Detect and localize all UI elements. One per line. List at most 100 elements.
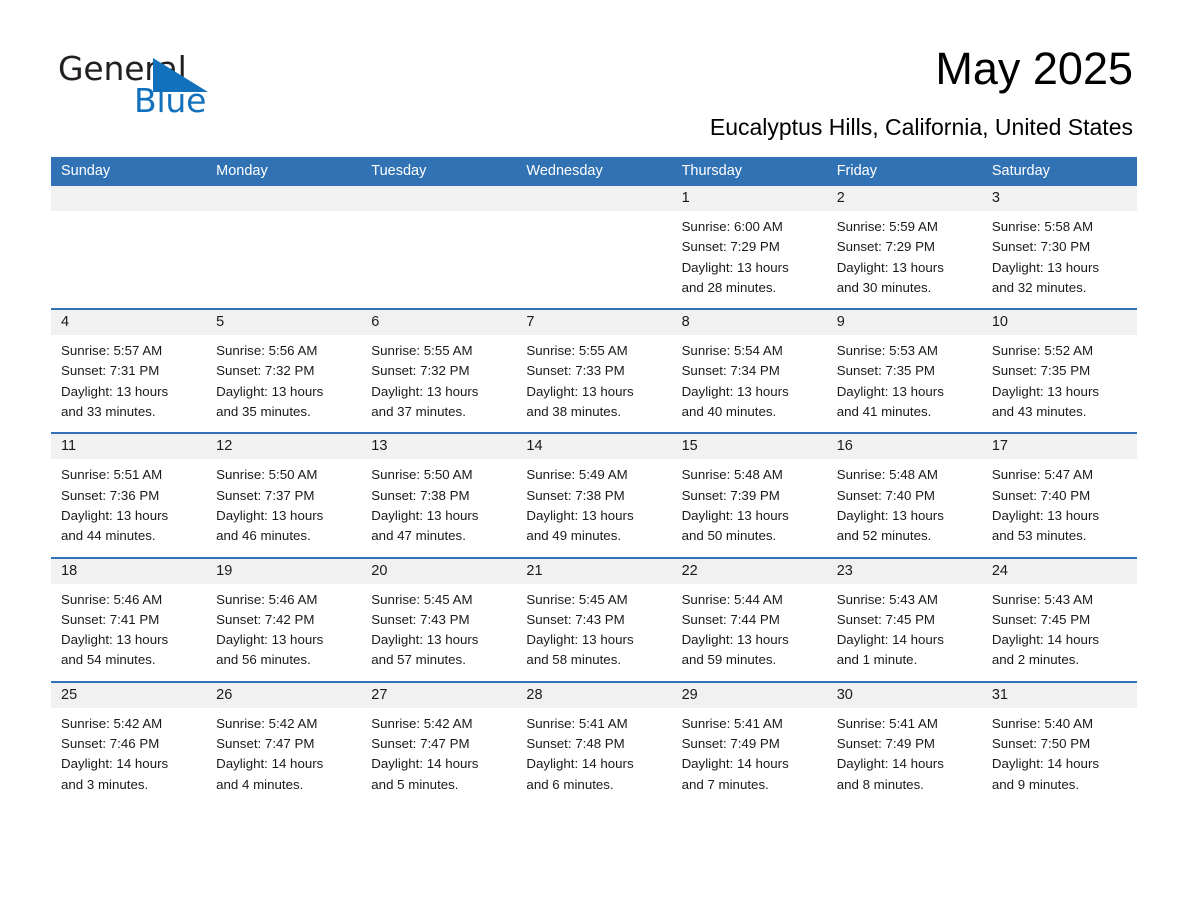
day-cell[interactable]: 22 Sunrise: 5:44 AM Sunset: 7:44 PM Dayligh… <box>671 558 827 681</box>
sunset-text: Sunset: 7:49 PM <box>681 736 780 752</box>
day-details: Sunrise: 5:48 AM Sunset: 7:40 PM Daylight:… <box>827 459 982 546</box>
day-cell[interactable]: 4 Sunrise: 5:57 AM Sunset: 7:31 PM Daylight… <box>51 310 207 433</box>
day-cell[interactable]: 7 Sunrise: 5:55 AM Sunset: 7:33 PM Daylight… <box>516 310 672 433</box>
sunrise-text: Sunrise: 5:45 AM <box>526 591 628 607</box>
sunrise-text: Sunrise: 5:48 AM <box>836 467 938 483</box>
day-details: Sunrise: 5:55 AM Sunset: 7:33 PM Daylight:… <box>516 335 671 422</box>
day-cell[interactable]: 9 Sunrise: 5:53 AM Sunset: 7:35 PM Daylight… <box>826 310 982 433</box>
daylight-text-line1: Daylight: 13 hours <box>991 507 1100 523</box>
day-cell[interactable]: 24 Sunrise: 5:43 AM Sunset: 7:45 PM Dayligh… <box>981 558 1137 681</box>
sunset-text: Sunset: 7:38 PM <box>526 487 625 503</box>
sunrise-text: Sunrise: 5:58 AM <box>991 219 1094 234</box>
sunset-text: Sunset: 7:39 PM <box>681 487 780 503</box>
daylight-text-line2: and 54 minutes. <box>61 652 156 668</box>
daylight-text-line1: Daylight: 13 hours <box>61 632 169 648</box>
location-subtitle: Eucalyptus Hills, California, United Sta… <box>709 114 1133 140</box>
daylight-text-line1: Daylight: 13 hours <box>991 383 1100 399</box>
day-cell[interactable]: 12 Sunrise: 5:50 AM Sunset: 7:37 PM Dayligh… <box>206 434 362 557</box>
sunrise-text: Sunrise: 5:59 AM <box>836 219 938 234</box>
daylight-text-line2: and 4 minutes. <box>216 776 304 792</box>
daylight-text-line1: Daylight: 13 hours <box>526 507 634 523</box>
sunset-text: Sunset: 7:45 PM <box>991 611 1091 627</box>
daylight-text-line1: Daylight: 13 hours <box>371 383 479 399</box>
calendar-week-row: 18 Sunrise: 5:46 AM Sunset: 7:41 PM Dayligh… <box>51 556 1137 681</box>
sunset-text: Sunset: 7:29 PM <box>836 239 936 255</box>
day-cell[interactable]: 17 Sunrise: 5:47 AM Sunset: 7:40 PM Dayligh… <box>981 434 1137 557</box>
sunrise-text: Sunrise: 5:53 AM <box>836 343 938 359</box>
daylight-text-line1: Daylight: 14 hours <box>991 632 1100 648</box>
calendar-week-row: 4 Sunrise: 5:57 AM Sunset: 7:31 PM Daylight… <box>51 308 1137 433</box>
day-details: Sunrise: 5:42 AM Sunset: 7:46 PM Daylight:… <box>51 708 206 795</box>
daylight-text-line1: Daylight: 13 hours <box>836 259 944 275</box>
day-cell[interactable]: 8 Sunrise: 5:54 AM Sunset: 7:34 PM Daylight… <box>671 310 827 433</box>
day-cell[interactable]: 10 Sunrise: 5:52 AM Sunset: 7:35 PM Dayligh… <box>981 310 1137 433</box>
day-number: 12 <box>206 434 362 460</box>
sunrise-text: Sunrise: 5:41 AM <box>836 715 938 731</box>
day-cell[interactable]: 27 Sunrise: 5:42 AM Sunset: 7:47 PM Dayligh… <box>361 682 517 805</box>
sunrise-text: Sunrise: 5:41 AM <box>526 715 628 731</box>
sunset-text: Sunset: 7:46 PM <box>61 736 160 752</box>
day-details: Sunrise: 5:41 AM Sunset: 7:49 PM Daylight:… <box>827 708 982 795</box>
day-details: Sunrise: 5:58 AM Sunset: 7:30 PM Daylight:… <box>982 211 1137 298</box>
day-cell[interactable]: 31 Sunrise: 5:40 AM Sunset: 7:50 PM Dayligh… <box>981 682 1137 805</box>
day-cell[interactable]: 25 Sunrise: 5:42 AM Sunset: 7:46 PM Dayligh… <box>51 682 207 805</box>
day-cell[interactable]: 29 Sunrise: 5:41 AM Sunset: 7:49 PM Dayligh… <box>671 682 827 805</box>
day-cell[interactable]: 6 Sunrise: 5:55 AM Sunset: 7:32 PM Daylight… <box>361 310 517 433</box>
day-number: 29 <box>671 682 827 708</box>
daylight-text-line2: and 44 minutes. <box>61 528 156 544</box>
day-number: 22 <box>671 558 827 584</box>
daylight-text-line2: and 35 minutes. <box>216 404 311 420</box>
day-number <box>361 186 517 211</box>
calendar-week-row: 11 Sunrise: 5:51 AM Sunset: 7:36 PM Dayligh… <box>51 432 1137 557</box>
daylight-text-line2: and 9 minutes. <box>991 776 1080 792</box>
day-cell[interactable]: 15 Sunrise: 5:48 AM Sunset: 7:39 PM Dayligh… <box>671 434 827 557</box>
day-cell[interactable]: 13 Sunrise: 5:50 AM Sunset: 7:38 PM Dayligh… <box>361 434 517 557</box>
day-details: Sunrise: 5:41 AM Sunset: 7:48 PM Daylight:… <box>516 708 671 795</box>
calendar-week-row: 1 Sunrise: 6:00 AM Sunset: 7:29 PM Daylight… <box>51 186 1137 309</box>
general-blue-logo[interactable]: General Blue <box>58 52 258 124</box>
day-number: 19 <box>206 558 362 584</box>
day-cell[interactable]: 14 Sunrise: 5:49 AM Sunset: 7:38 PM Dayligh… <box>516 434 672 557</box>
day-cell[interactable]: 11 Sunrise: 5:51 AM Sunset: 7:36 PM Dayligh… <box>51 434 207 557</box>
page-title: May 2025 <box>935 43 1133 94</box>
daylight-text-line2: and 49 minutes. <box>526 528 622 544</box>
sunrise-text: Sunrise: 5:47 AM <box>991 467 1094 483</box>
day-details: Sunrise: 5:42 AM Sunset: 7:47 PM Daylight:… <box>361 708 516 795</box>
day-details: Sunrise: 5:50 AM Sunset: 7:38 PM Daylight:… <box>361 459 516 546</box>
daylight-text-line1: Daylight: 13 hours <box>61 383 169 399</box>
sunset-text: Sunset: 7:45 PM <box>836 611 936 627</box>
sunrise-text: Sunrise: 5:40 AM <box>991 715 1094 731</box>
day-cell[interactable]: 1 Sunrise: 6:00 AM Sunset: 7:29 PM Daylight… <box>671 186 827 309</box>
day-details: Sunrise: 5:44 AM Sunset: 7:44 PM Daylight:… <box>672 584 827 671</box>
day-cell[interactable]: 19 Sunrise: 5:46 AM Sunset: 7:42 PM Dayligh… <box>206 558 362 681</box>
day-number: 15 <box>671 434 827 460</box>
weekday-header-tuesday: Tuesday <box>371 163 427 179</box>
daylight-text-line1: Daylight: 13 hours <box>836 507 944 523</box>
day-cell[interactable]: 18 Sunrise: 5:46 AM Sunset: 7:41 PM Dayligh… <box>51 558 207 681</box>
day-cell[interactable]: 21 Sunrise: 5:45 AM Sunset: 7:43 PM Dayligh… <box>516 558 672 681</box>
day-cell[interactable]: 20 Sunrise: 5:45 AM Sunset: 7:43 PM Dayligh… <box>361 558 517 681</box>
day-cell[interactable]: 3 Sunrise: 5:58 AM Sunset: 7:30 PM Daylight… <box>981 186 1137 309</box>
day-cell[interactable]: 5 Sunrise: 5:56 AM Sunset: 7:32 PM Daylight… <box>206 310 362 433</box>
day-details: Sunrise: 5:49 AM Sunset: 7:38 PM Daylight:… <box>516 459 671 546</box>
day-number: 3 <box>981 186 1137 211</box>
day-number: 16 <box>826 434 982 460</box>
day-number: 27 <box>361 682 517 708</box>
daylight-text-line1: Daylight: 14 hours <box>991 756 1100 772</box>
day-cell-empty <box>361 186 517 309</box>
day-details: Sunrise: 5:51 AM Sunset: 7:36 PM Daylight:… <box>51 459 206 546</box>
day-details: Sunrise: 5:43 AM Sunset: 7:45 PM Daylight:… <box>982 584 1137 671</box>
day-cell[interactable]: 2 Sunrise: 5:59 AM Sunset: 7:29 PM Daylight… <box>826 186 982 309</box>
day-cell[interactable]: 30 Sunrise: 5:41 AM Sunset: 7:49 PM Dayligh… <box>826 682 982 805</box>
sunset-text: Sunset: 7:41 PM <box>61 611 160 627</box>
sunset-text: Sunset: 7:50 PM <box>991 736 1091 752</box>
day-cell[interactable]: 23 Sunrise: 5:43 AM Sunset: 7:45 PM Dayligh… <box>826 558 982 681</box>
day-number: 11 <box>51 434 207 460</box>
day-cell[interactable]: 28 Sunrise: 5:41 AM Sunset: 7:48 PM Dayligh… <box>516 682 672 805</box>
day-cell[interactable]: 16 Sunrise: 5:48 AM Sunset: 7:40 PM Dayligh… <box>826 434 982 557</box>
daylight-text-line1: Daylight: 13 hours <box>681 383 789 399</box>
sunrise-text: Sunrise: 5:52 AM <box>991 343 1094 359</box>
sunrise-text: Sunrise: 5:48 AM <box>681 467 783 483</box>
day-cell[interactable]: 26 Sunrise: 5:42 AM Sunset: 7:47 PM Dayligh… <box>206 682 362 805</box>
sunset-text: Sunset: 7:36 PM <box>61 487 160 503</box>
